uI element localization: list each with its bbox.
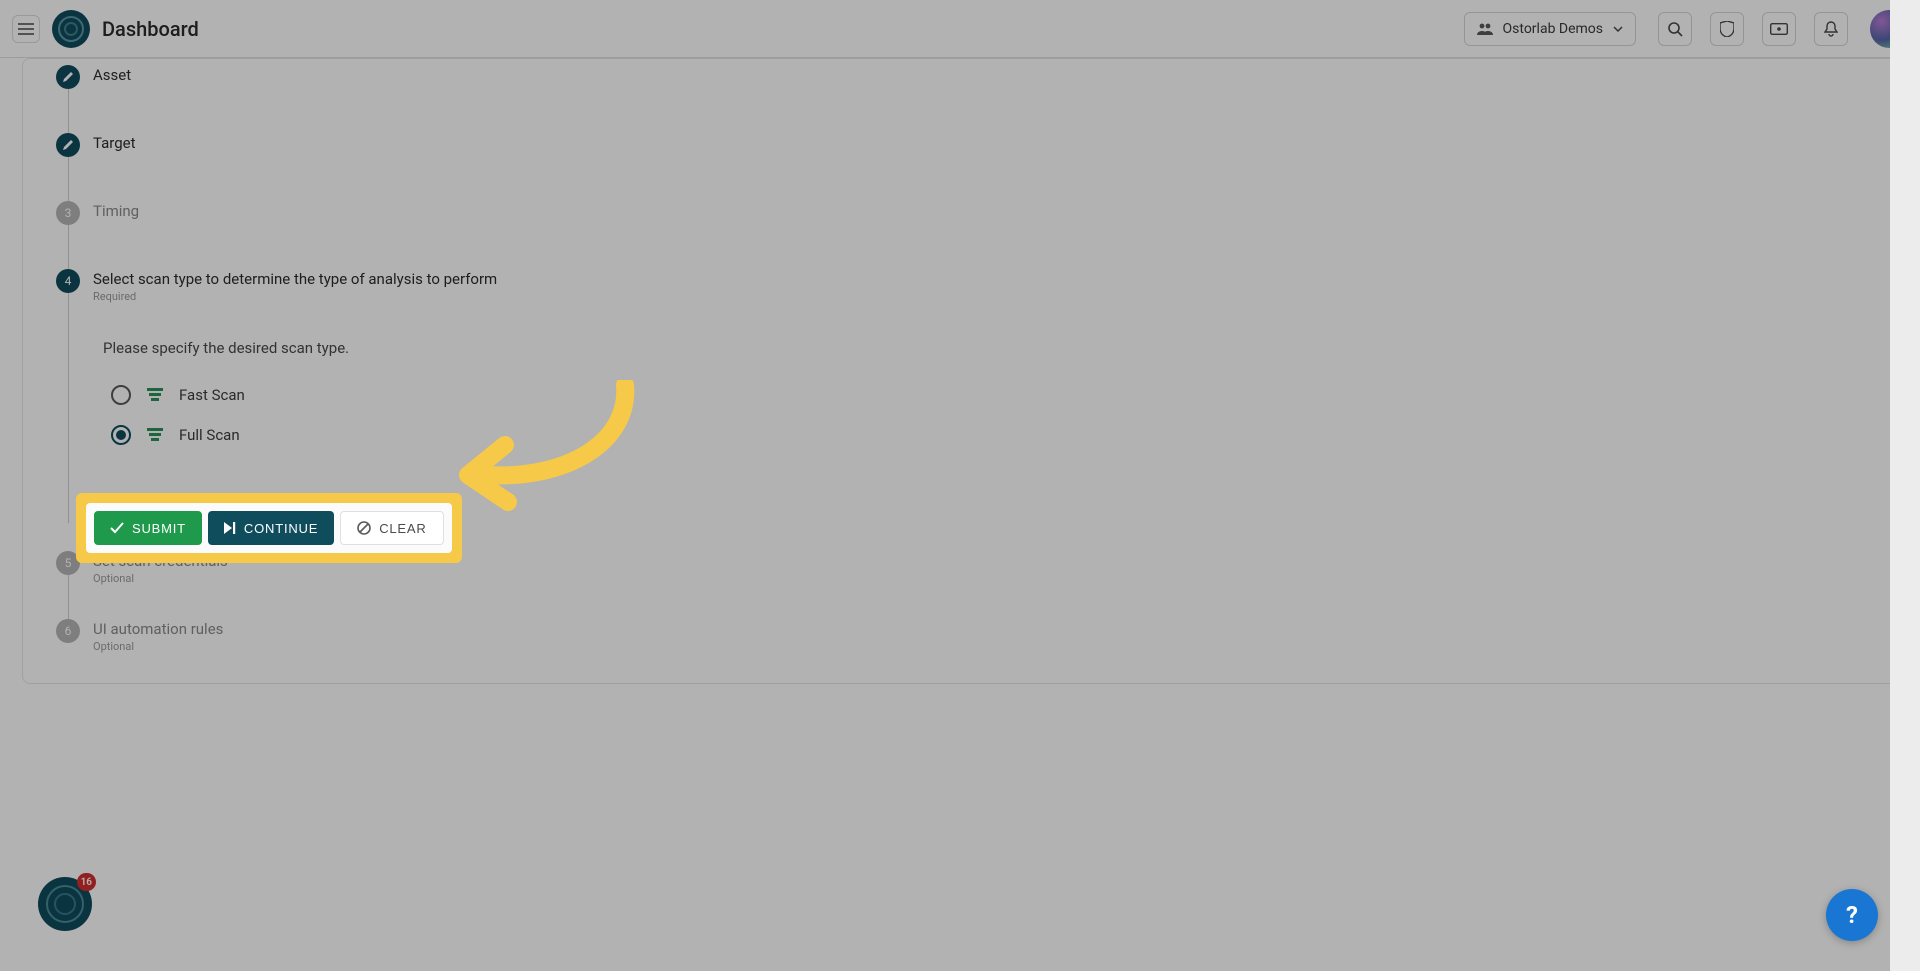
support-badge: 16 [77, 873, 96, 891]
clear-label: CLEAR [379, 521, 426, 536]
ticket-icon [1770, 23, 1788, 35]
clear-button[interactable]: CLEAR [340, 511, 443, 545]
support-widget[interactable]: 16 [38, 877, 92, 931]
page-title: Dashboard [102, 17, 199, 41]
hamburger-icon [18, 23, 34, 35]
radio-full[interactable] [111, 425, 131, 445]
step-1-marker [56, 65, 80, 89]
step-5-sublabel: Optional [93, 572, 1897, 585]
ticket-button[interactable] [1762, 12, 1796, 46]
menu-button[interactable] [12, 15, 40, 43]
chevron-down-icon [1613, 26, 1623, 32]
step-6-label[interactable]: UI automation rules [93, 620, 1897, 638]
stepper-card: Asset Target 3 [22, 58, 1898, 684]
brand-logo[interactable] [52, 10, 90, 48]
step-1-label[interactable]: Asset [93, 66, 1897, 84]
layers-icon [145, 387, 165, 403]
shield-button[interactable] [1710, 12, 1744, 46]
continue-label: CONTINUE [244, 521, 318, 536]
radio-full-label: Full Scan [179, 426, 240, 444]
submit-button[interactable]: SUBMIT [94, 511, 202, 545]
step-2-marker [56, 133, 80, 157]
group-icon [1477, 23, 1493, 35]
shield-icon [1720, 21, 1734, 37]
step-6-sublabel: Optional [93, 640, 1897, 653]
step-3-label[interactable]: Timing [93, 202, 1897, 220]
pencil-icon [62, 71, 74, 83]
help-button[interactable]: ? [1826, 889, 1878, 941]
step-4-marker: 4 [56, 269, 80, 293]
pencil-icon [62, 139, 74, 151]
tour-highlight: SUBMIT CONTINUE CLEAR [76, 493, 462, 563]
layers-icon [145, 427, 165, 443]
radio-fast-label: Fast Scan [179, 386, 245, 404]
radio-fast[interactable] [111, 385, 131, 405]
step-2-label[interactable]: Target [93, 134, 1897, 152]
right-pane-edge [1890, 0, 1920, 971]
search-icon [1667, 21, 1683, 37]
bell-icon [1824, 21, 1838, 37]
org-label: Ostorlab Demos [1503, 21, 1603, 37]
scan-type-full[interactable]: Full Scan [103, 425, 1897, 445]
step-6-marker: 6 [56, 619, 80, 643]
scan-type-fast[interactable]: Fast Scan [103, 385, 1897, 405]
search-button[interactable] [1658, 12, 1692, 46]
submit-label: SUBMIT [132, 521, 186, 536]
skip-next-icon [224, 522, 236, 534]
top-bar: Dashboard Ostorlab Demos [0, 0, 1920, 58]
help-label: ? [1846, 901, 1858, 929]
org-selector[interactable]: Ostorlab Demos [1464, 12, 1636, 46]
scan-type-instruction: Please specify the desired scan type. [103, 339, 1897, 357]
step-4-label: Select scan type to determine the type o… [93, 270, 1897, 288]
step-3-marker: 3 [56, 201, 80, 225]
continue-button[interactable]: CONTINUE [208, 511, 334, 545]
notifications-button[interactable] [1814, 12, 1848, 46]
step-4-sublabel: Required [93, 290, 1897, 303]
prohibit-icon [357, 521, 371, 535]
check-icon [110, 522, 124, 534]
